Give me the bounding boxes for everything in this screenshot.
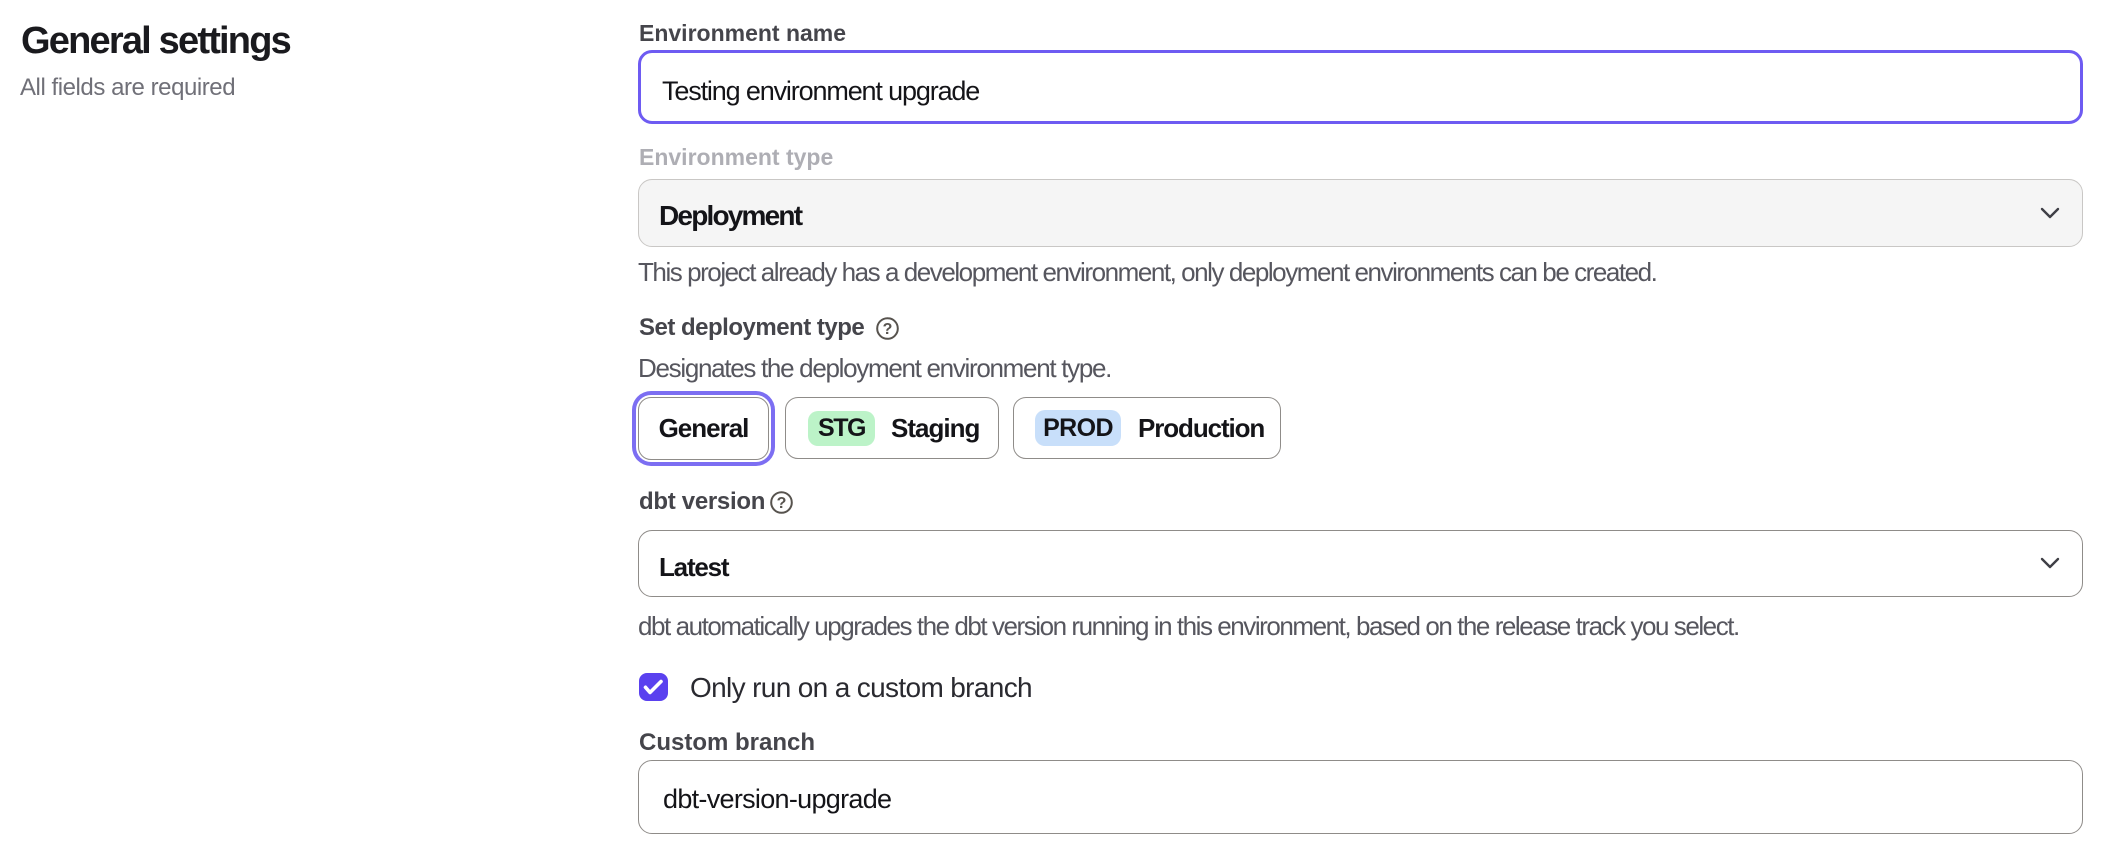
svg-text:?: ? bbox=[777, 495, 787, 512]
svg-text:?: ? bbox=[883, 321, 893, 338]
